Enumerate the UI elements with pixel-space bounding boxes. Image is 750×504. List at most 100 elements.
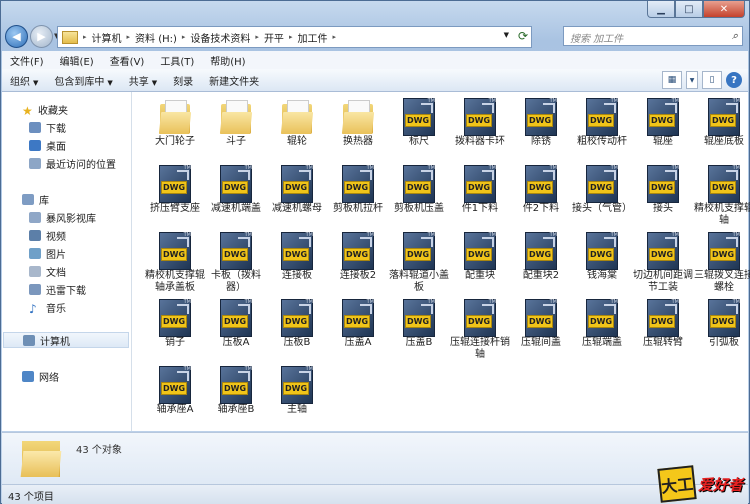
file-item[interactable]: TM DWG 配重块2 bbox=[510, 232, 572, 282]
file-item[interactable]: TM DWG 轴承座A bbox=[144, 366, 206, 416]
sidebar-item-desktop[interactable]: 桌面 bbox=[29, 137, 66, 153]
sidebar-item-pictures[interactable]: 图片 bbox=[29, 245, 66, 261]
refresh-icon[interactable]: ⟳ bbox=[518, 29, 528, 43]
file-item[interactable]: TM DWG 拨料器卡环 bbox=[449, 98, 511, 148]
sidebar-item-documents[interactable]: 文档 bbox=[29, 263, 66, 279]
sidebar-item-network[interactable]: 网络 bbox=[22, 368, 59, 384]
menu-edit[interactable]: 编辑(E) bbox=[52, 53, 102, 68]
file-item[interactable]: TM DWG 连接板2 bbox=[327, 232, 389, 282]
folder-item[interactable]: 斗子 bbox=[205, 98, 267, 148]
sidebar-item-thunder[interactable]: 迅雷下载 bbox=[29, 281, 86, 297]
file-name: 销子 bbox=[165, 337, 185, 348]
sidebar-item-downloads[interactable]: 下载 bbox=[29, 119, 66, 135]
menu-view[interactable]: 查看(V) bbox=[102, 53, 153, 68]
burn-button[interactable]: 刻录 bbox=[165, 73, 201, 88]
file-item[interactable]: TM DWG 压辊间盖 bbox=[510, 299, 572, 349]
file-item[interactable]: TM DWG 钱海棠 bbox=[571, 232, 633, 282]
breadcrumb-tech-docs[interactable]: 设备技术资料 bbox=[187, 30, 253, 45]
preview-pane-icon[interactable]: ▯ bbox=[702, 71, 722, 89]
menu-tools[interactable]: 工具(T) bbox=[152, 53, 202, 68]
file-item[interactable]: TM DWG 压盖A bbox=[327, 299, 389, 349]
breadcrumb-current[interactable]: 加工件 bbox=[294, 30, 330, 45]
sidebar-item-libraries[interactable]: 库 bbox=[22, 191, 49, 207]
file-item[interactable]: TM DWG 压板A bbox=[205, 299, 267, 349]
address-bar[interactable]: ▸ 计算机 ▸ 资料 (H:) ▸ 设备技术资料 ▸ 开平 ▸ 加工件 ▸ ▼ … bbox=[57, 26, 532, 48]
breadcrumb-separator[interactable]: ▸ bbox=[287, 33, 295, 41]
menu-file[interactable]: 文件(F) bbox=[2, 53, 52, 68]
file-item[interactable]: TM DWG 件1下料 bbox=[449, 165, 511, 215]
sidebar-item-videos[interactable]: 视频 bbox=[29, 227, 66, 243]
file-name: 引弧板 bbox=[709, 337, 739, 348]
file-item[interactable]: TM DWG 减速机螺母 bbox=[266, 165, 328, 215]
breadcrumb-separator[interactable]: ▸ bbox=[330, 33, 338, 41]
menu-help[interactable]: 帮助(H) bbox=[202, 53, 253, 68]
organize-button[interactable]: 组织 ▼ bbox=[2, 73, 46, 88]
file-item[interactable]: TM DWG 压辊转臂 bbox=[632, 299, 694, 349]
forward-button[interactable]: ▶ bbox=[30, 24, 53, 48]
file-item[interactable]: TM DWG 接头 bbox=[632, 165, 694, 215]
breadcrumb-separator[interactable]: ▸ bbox=[180, 33, 188, 41]
file-item[interactable]: TM DWG 连接板 bbox=[266, 232, 328, 282]
breadcrumb-separator[interactable]: ▸ bbox=[125, 33, 133, 41]
file-item[interactable]: TM DWG 挤压臂支座 bbox=[144, 165, 206, 215]
file-item[interactable]: TM DWG 落料辊道小盖板 bbox=[388, 232, 450, 294]
breadcrumb-kaiping[interactable]: 开平 bbox=[261, 30, 287, 45]
folder-item[interactable]: 辊轮 bbox=[266, 98, 328, 148]
file-item[interactable]: TM DWG 卡板（拨料器） bbox=[205, 232, 267, 294]
file-item[interactable]: TM DWG 压盖B bbox=[388, 299, 450, 349]
file-item[interactable]: TM DWG 粗校传动杆 bbox=[571, 98, 633, 148]
search-input[interactable]: 搜索 加工件 ⌕ bbox=[563, 26, 743, 46]
new-folder-button[interactable]: 新建文件夹 bbox=[201, 73, 267, 88]
view-dropdown-icon[interactable]: ▼ bbox=[686, 71, 698, 89]
search-icon[interactable]: ⌕ bbox=[732, 29, 738, 43]
file-item[interactable]: TM DWG 销子 bbox=[144, 299, 206, 349]
share-button[interactable]: 共享 ▼ bbox=[121, 73, 165, 88]
breadcrumb-drive[interactable]: 资料 (H:) bbox=[132, 30, 180, 45]
video-icon bbox=[29, 229, 41, 241]
file-item[interactable]: TM DWG 压辊连接杆销轴 bbox=[449, 299, 511, 361]
file-item[interactable]: TM DWG 压板B bbox=[266, 299, 328, 349]
file-item[interactable]: TM DWG 引弧板 bbox=[693, 299, 750, 349]
breadcrumb-computer[interactable]: 计算机 bbox=[89, 30, 125, 45]
change-view-icon[interactable]: ▦ bbox=[662, 71, 682, 89]
file-item[interactable]: TM DWG 辊座 bbox=[632, 98, 694, 148]
sidebar-item-recent[interactable]: 最近访问的位置 bbox=[29, 155, 116, 171]
address-dropdown-icon[interactable]: ▼ bbox=[504, 31, 509, 39]
sidebar-item-baofeng[interactable]: 暴风影视库 bbox=[29, 209, 96, 225]
file-item[interactable]: TM DWG 辊座底板 bbox=[693, 98, 750, 148]
file-item[interactable]: TM DWG 三辊拨叉连接螺栓 bbox=[693, 232, 750, 294]
breadcrumb-separator[interactable]: ▸ bbox=[253, 33, 261, 41]
file-item[interactable]: TM DWG 减速机端盖 bbox=[205, 165, 267, 215]
file-name: 辊座 bbox=[653, 136, 673, 147]
file-item[interactable]: TM DWG 件2下料 bbox=[510, 165, 572, 215]
folder-item[interactable]: 大门轮子 bbox=[144, 98, 206, 148]
file-item[interactable]: TM DWG 精校机支撑辊轴承盖板 bbox=[144, 232, 206, 294]
minimize-button[interactable]: ▁ bbox=[647, 1, 675, 18]
file-item[interactable]: TM DWG 标尺 bbox=[388, 98, 450, 148]
file-item[interactable]: TM DWG 主轴 bbox=[266, 366, 328, 416]
dwg-file-icon: TM DWG bbox=[707, 299, 741, 337]
help-icon[interactable]: ? bbox=[726, 72, 742, 88]
file-item[interactable]: TM DWG 剪板机压盖 bbox=[388, 165, 450, 215]
folder-item[interactable]: 换热器 bbox=[327, 98, 389, 148]
breadcrumb-separator[interactable]: ▸ bbox=[81, 33, 89, 41]
sidebar-item-favorites[interactable]: ★ 收藏夹 bbox=[22, 101, 68, 118]
dwg-file-icon: TM DWG bbox=[158, 165, 192, 203]
back-button[interactable]: ◀ bbox=[5, 24, 28, 48]
file-item[interactable]: TM DWG 配重块 bbox=[449, 232, 511, 282]
close-button[interactable]: ✕ bbox=[703, 1, 745, 18]
include-in-library-button[interactable]: 包含到库中 ▼ bbox=[46, 73, 120, 88]
file-item[interactable]: TM DWG 精校机支撑辊轴 bbox=[693, 165, 750, 227]
sidebar-label: 计算机 bbox=[40, 336, 70, 348]
sidebar-item-music[interactable]: ♪ 音乐 bbox=[29, 299, 66, 316]
file-item[interactable]: TM DWG 轴承座B bbox=[205, 366, 267, 416]
file-item[interactable]: TM DWG 压辊端盖 bbox=[571, 299, 633, 349]
file-item[interactable]: TM DWG 除锈 bbox=[510, 98, 572, 148]
sidebar-item-computer[interactable]: 计算机 bbox=[3, 332, 129, 348]
maximize-button[interactable]: □ bbox=[675, 1, 703, 18]
file-item[interactable]: TM DWG 切边机间距调节工装 bbox=[632, 232, 694, 294]
file-item[interactable]: TM DWG 剪板机拉杆 bbox=[327, 165, 389, 215]
file-item[interactable]: TM DWG 接头（气管） bbox=[571, 165, 633, 215]
file-name: 钱海棠 bbox=[587, 270, 617, 281]
details-pane: 43 个对象 bbox=[2, 432, 748, 485]
